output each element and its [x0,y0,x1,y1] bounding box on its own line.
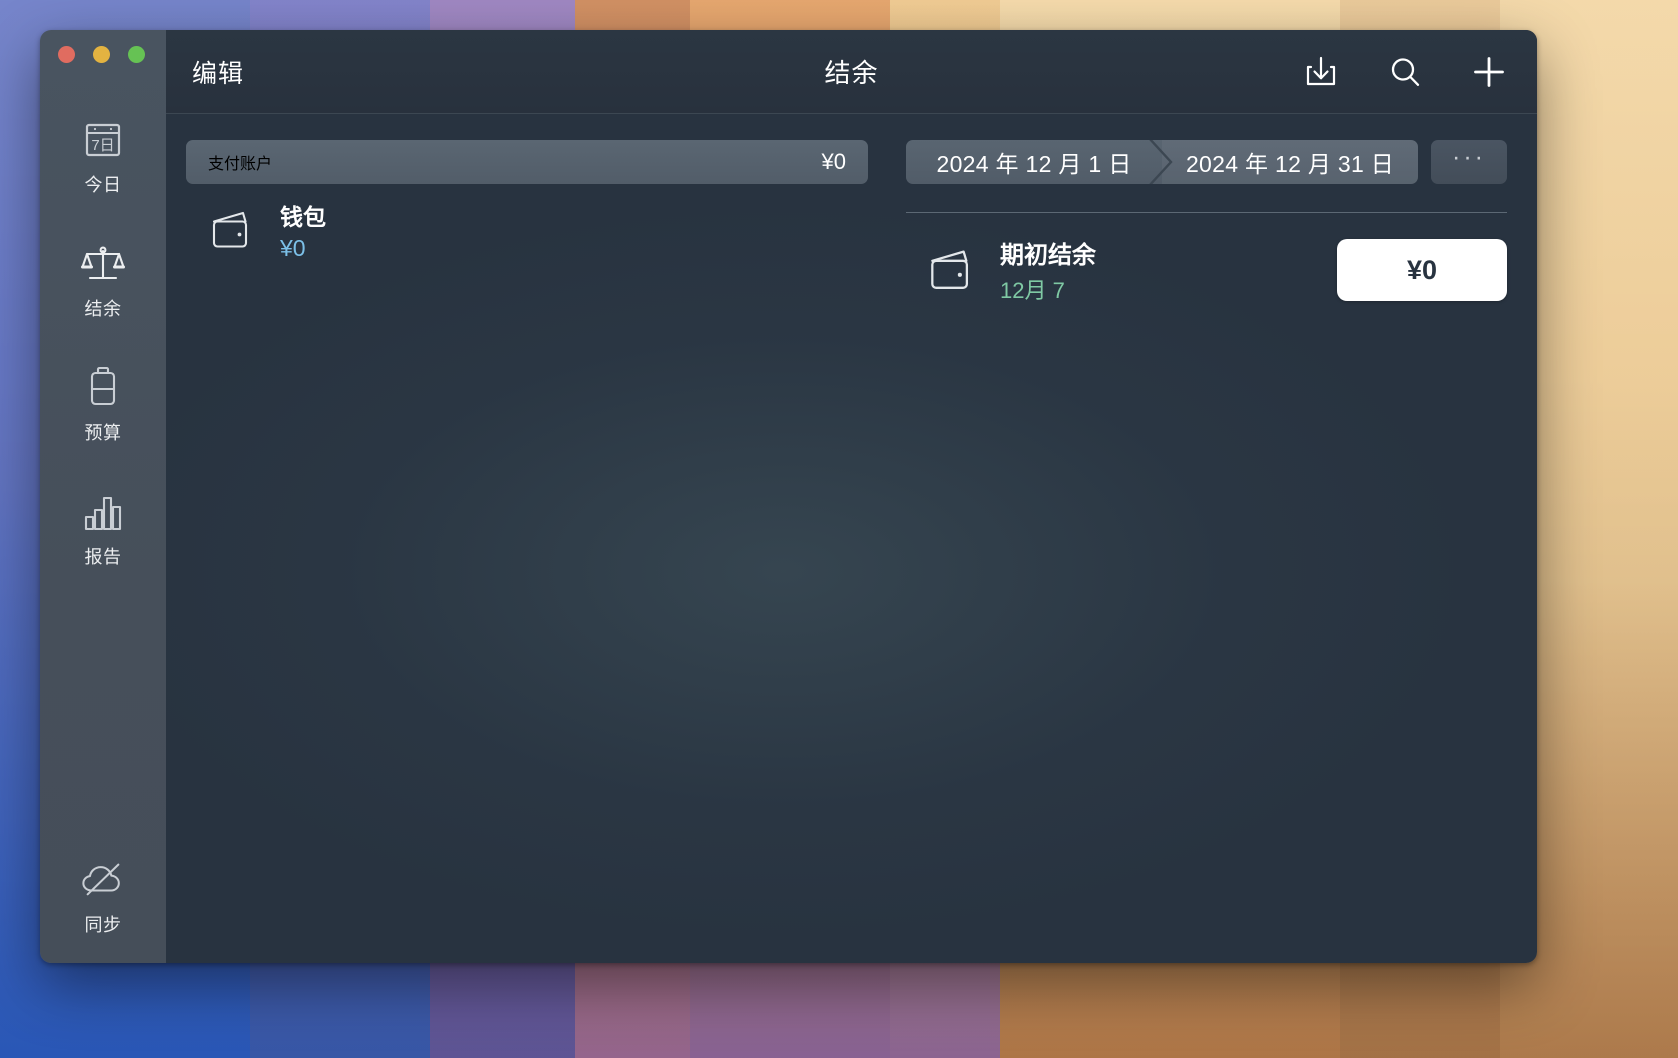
date-range-bar: 2024 年 12 月 1 日 2024 年 12 月 31 日 ··· [906,140,1507,184]
battery-icon [80,364,126,410]
date-range-end[interactable]: 2024 年 12 月 31 日 [1162,140,1418,184]
sidebar-item-today[interactable]: 7日 今日 [40,116,166,197]
sidebar: 7日 今日 结余 预算 报告 同步 [40,30,166,963]
maximize-button[interactable] [128,46,145,63]
sidebar-item-budget[interactable]: 预算 [40,364,166,445]
wallet-icon [928,243,982,297]
edit-button[interactable]: 编辑 [192,54,244,90]
wallet-icon [208,203,262,257]
desktop: 7日 今日 结余 预算 报告 同步 编辑 结余 支付账户 ¥0 钱包 ¥0 20… [0,0,1678,1058]
opening-balance-amount-button[interactable]: ¥0 [1337,239,1507,301]
opening-balance-label: 期初结余 [1000,242,1096,269]
date-range-start[interactable]: 2024 年 12 月 1 日 [906,140,1162,184]
sidebar-item-balance[interactable]: 结余 [40,240,166,321]
close-button[interactable] [58,46,75,63]
account-group-total: ¥0 [821,149,846,174]
account-group-header[interactable]: 支付账户 ¥0 [186,140,868,184]
table-row[interactable]: 期初结余 12月 7 ¥0 [906,213,1507,305]
add-icon[interactable] [1469,52,1509,92]
sidebar-item-label: 结余 [84,299,122,319]
account-group-name: 支付账户 [208,156,273,173]
svg-text:7日: 7日 [91,137,114,154]
calendar-icon: 7日 [80,116,126,162]
accounts-pane: 支付账户 ¥0 钱包 ¥0 [166,114,888,963]
cloud-slash-icon [80,856,126,902]
search-icon[interactable] [1385,52,1425,92]
opening-texts: 期初结余 12月 7 [1000,235,1096,305]
main-area: 编辑 结余 支付账户 ¥0 钱包 ¥0 2024 年 12 月 1 日 2024… [166,30,1537,963]
account-name: 钱包 [280,204,326,230]
content-split: 支付账户 ¥0 钱包 ¥0 2024 年 12 月 1 日 2024 年 12 … [166,114,1537,963]
import-icon[interactable] [1301,52,1341,92]
list-item[interactable]: 钱包 ¥0 [186,184,888,262]
transactions-pane: 2024 年 12 月 1 日 2024 年 12 月 31 日 ··· 期初结… [888,114,1537,963]
app-window: 7日 今日 结余 预算 报告 同步 编辑 结余 支付账户 ¥0 钱包 ¥0 20… [40,30,1537,963]
sidebar-item-label: 今日 [84,175,122,195]
sidebar-item-reports[interactable]: 报告 [40,488,166,569]
sidebar-sync-label: 同步 [84,915,122,935]
sidebar-item-sync[interactable]: 同步 [40,856,166,937]
date-range-options-button[interactable]: ··· [1431,140,1507,184]
account-balance: ¥0 [280,235,306,261]
titlebar: 编辑 结余 [166,30,1537,114]
titlebar-actions [1301,52,1509,92]
sidebar-item-label: 预算 [84,423,122,443]
minimize-button[interactable] [93,46,110,63]
scales-icon [80,240,126,286]
bar-chart-icon [80,488,126,534]
account-texts: 钱包 ¥0 [280,198,326,262]
date-range-selector[interactable]: 2024 年 12 月 1 日 2024 年 12 月 31 日 [906,140,1418,184]
window-controls [58,46,145,63]
sidebar-item-label: 报告 [84,547,122,567]
opening-balance-date: 12月 7 [1000,278,1065,303]
